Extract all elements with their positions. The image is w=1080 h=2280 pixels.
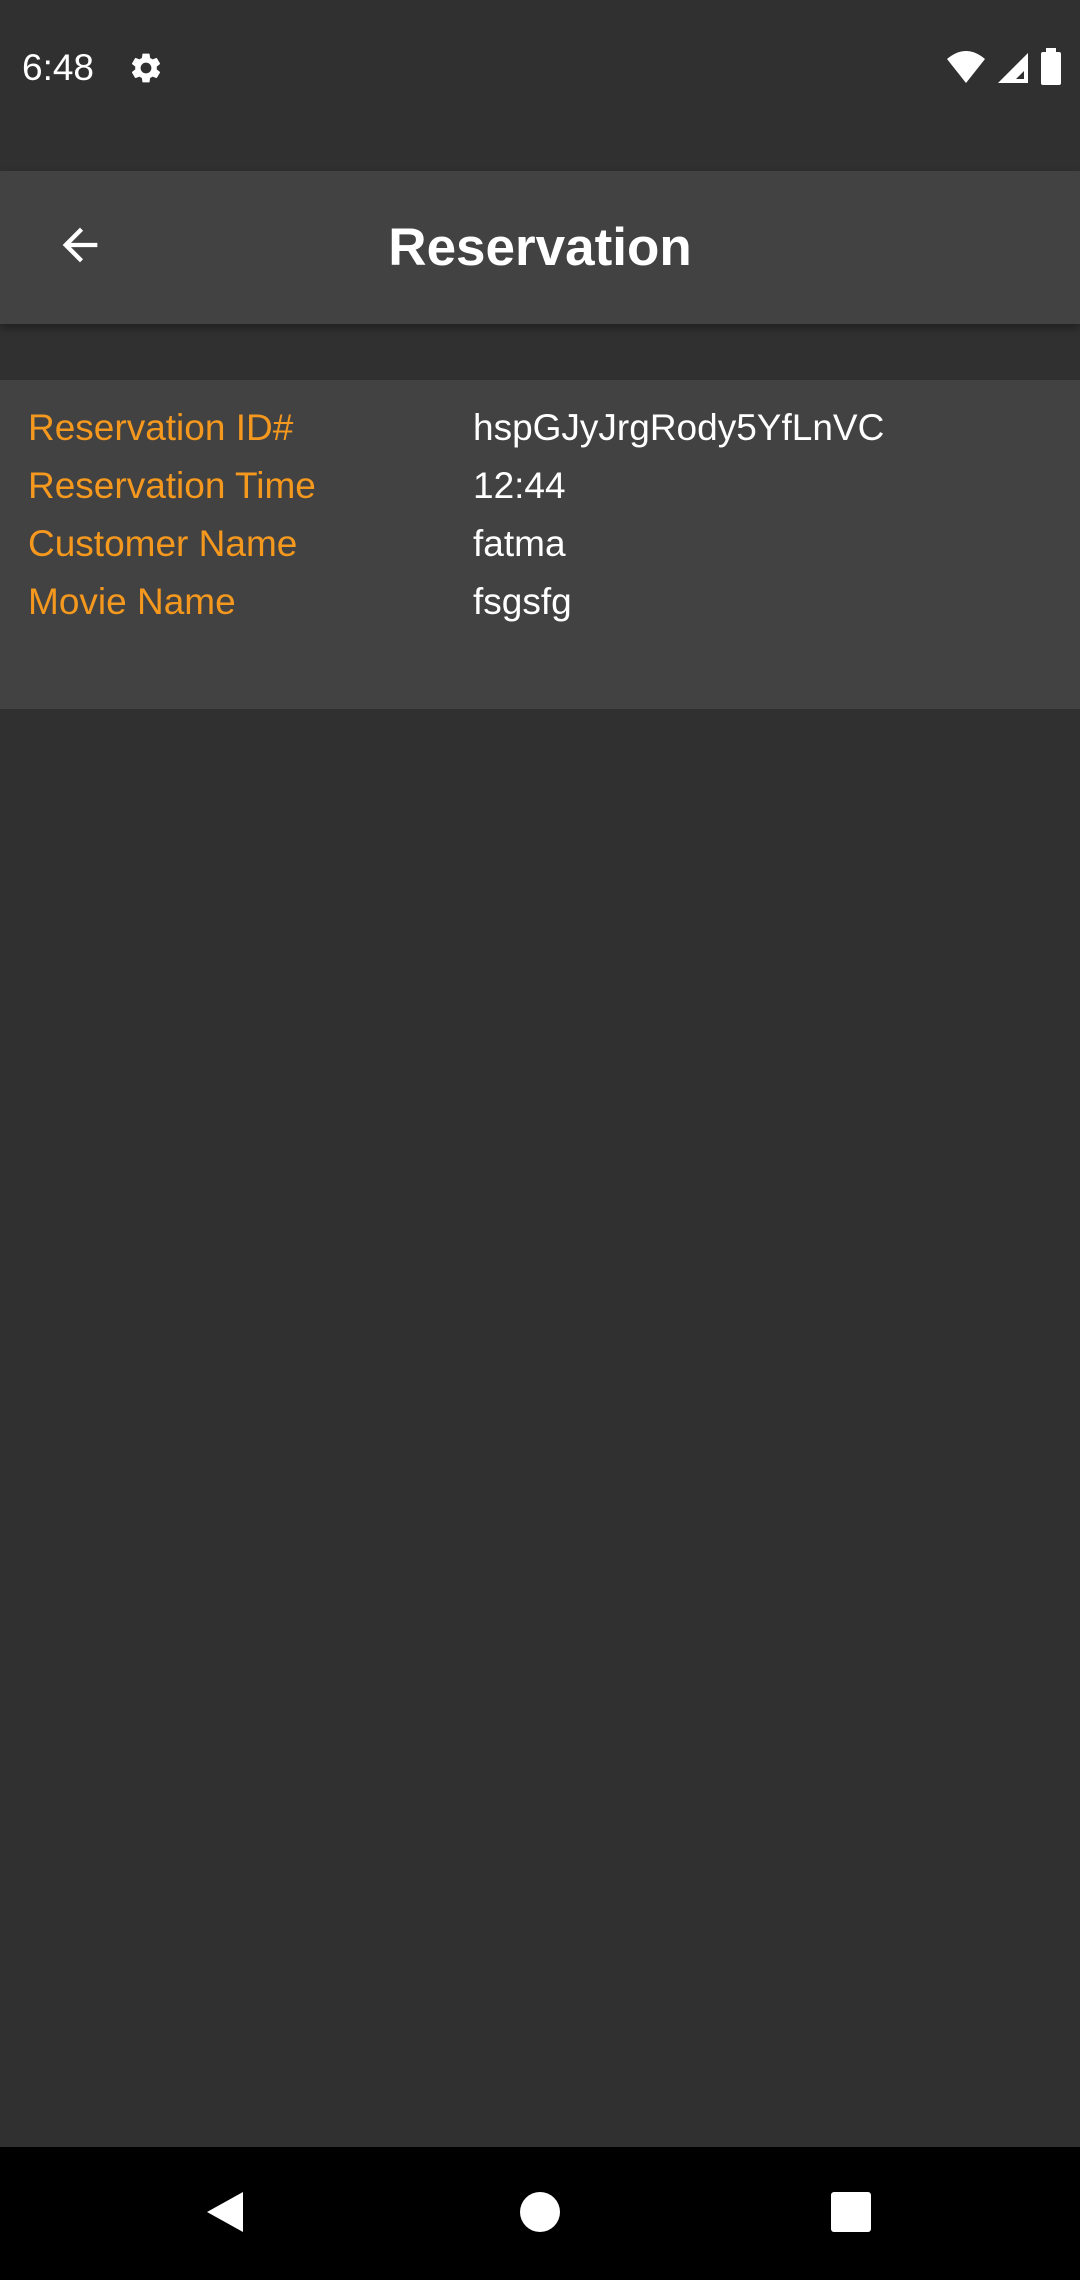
detail-row-customer-name: Customer Name fatma — [0, 515, 1080, 573]
nav-back-icon — [203, 2188, 247, 2241]
customer-name-value: fatma — [473, 523, 566, 564]
nav-home-button[interactable] — [497, 2171, 583, 2257]
battery-icon — [1040, 48, 1062, 91]
nav-recents-icon — [830, 2191, 872, 2238]
detail-row-reservation-time: Reservation Time 12:44 — [0, 457, 1080, 515]
reservation-time-value: 12:44 — [473, 465, 566, 506]
reservation-details-card: Reservation ID# hspGJyJrgRody5YfLnVC Res… — [0, 380, 1080, 709]
arrow-back-icon — [54, 219, 106, 276]
status-icons — [946, 48, 1062, 91]
system-nav-bar — [0, 2147, 1080, 2280]
nav-back-button[interactable] — [182, 2171, 268, 2257]
reservation-id-label: Reservation ID# — [28, 407, 294, 448]
nav-recents-button[interactable] — [808, 2171, 894, 2257]
status-time: 6:48 — [22, 47, 95, 88]
detail-row-movie-name: Movie Name fsgsfg — [0, 573, 1080, 631]
wifi-icon — [946, 49, 986, 90]
app-toolbar: Reservation — [0, 171, 1080, 324]
movie-name-label: Movie Name — [28, 581, 236, 622]
back-button[interactable] — [34, 201, 126, 293]
status-bar: 6:48 — [0, 0, 1080, 134]
detail-row-reservation-id: Reservation ID# hspGJyJrgRody5YfLnVC — [0, 399, 1080, 457]
page-title: Reservation — [388, 218, 692, 277]
reservation-time-label: Reservation Time — [28, 465, 316, 506]
cell-signal-icon — [996, 49, 1030, 90]
nav-home-icon — [518, 2190, 562, 2239]
movie-name-value: fsgsfg — [473, 581, 572, 622]
reservation-id-value: hspGJyJrgRody5YfLnVC — [473, 407, 885, 448]
customer-name-label: Customer Name — [28, 523, 298, 564]
gear-icon — [128, 50, 164, 86]
